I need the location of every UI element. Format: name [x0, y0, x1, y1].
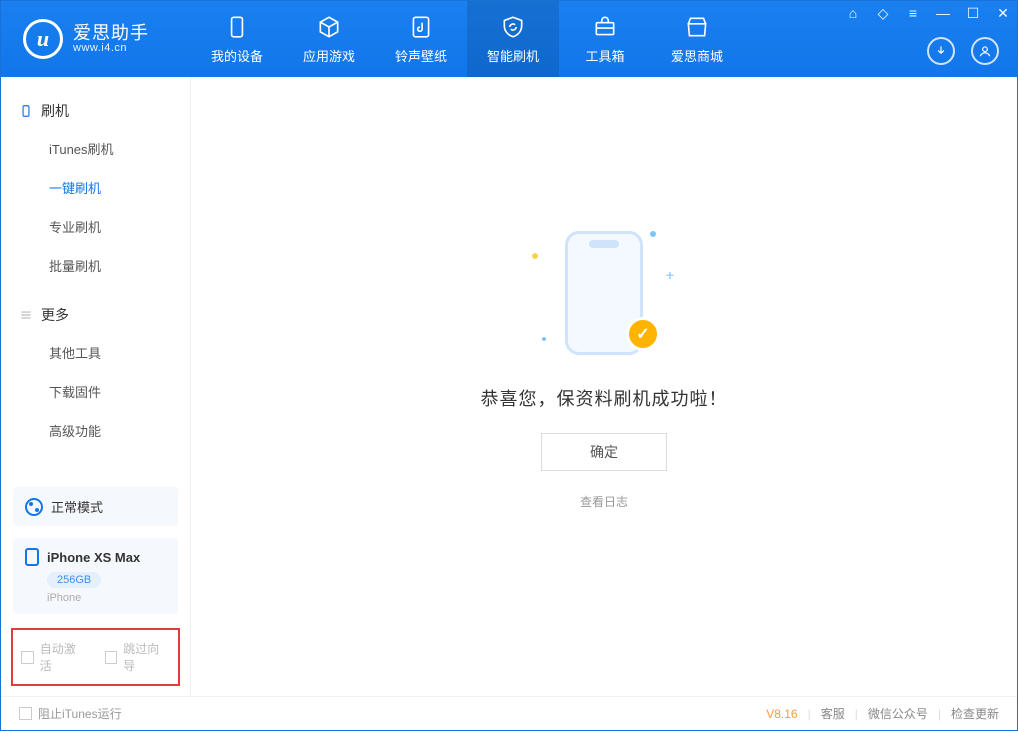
sidebar-item-other-tools[interactable]: 其他工具	[1, 333, 190, 372]
body: 刷机 iTunes刷机 一键刷机 专业刷机 批量刷机 更多 其他工具 下载固件 …	[1, 77, 1017, 696]
checkbox-block-itunes[interactable]: 阻止iTunes运行	[19, 705, 122, 722]
footer-link-update[interactable]: 检查更新	[951, 705, 999, 722]
window-controls: ⌂ ◇ ≡ ― ☐ ✕	[845, 5, 1011, 22]
version-label: V8.16	[766, 707, 797, 721]
checkbox-skip-wizard[interactable]: 跳过向导	[105, 640, 171, 674]
device-capacity: 256GB	[47, 572, 101, 588]
tab-store[interactable]: 爱思商城	[651, 1, 743, 77]
device-type: iPhone	[47, 592, 166, 604]
spark-plus-icon: +	[666, 267, 674, 283]
ok-button[interactable]: 确定	[541, 433, 667, 471]
checkbox-box	[21, 651, 34, 664]
close-button[interactable]: ✕	[995, 5, 1011, 22]
nav-tabs: 我的设备 应用游戏 铃声壁纸 智能刷机 工具箱 爱思商城	[191, 1, 743, 77]
checkbox-auto-activate[interactable]: 自动激活	[21, 640, 87, 674]
tab-label: 铃声壁纸	[395, 46, 447, 65]
checkbox-label: 跳过向导	[123, 640, 170, 674]
device-phone-icon	[25, 548, 39, 566]
header-aux-icons	[927, 37, 999, 65]
logo-icon: u	[23, 19, 63, 59]
footer-link-wechat[interactable]: 微信公众号	[868, 705, 928, 722]
tab-label: 工具箱	[585, 46, 624, 65]
tab-label: 应用游戏	[303, 46, 355, 65]
separator: |	[855, 707, 858, 721]
highlighted-options: 自动激活 跳过向导	[11, 628, 180, 686]
separator: |	[808, 707, 811, 721]
tab-label: 智能刷机	[487, 46, 539, 65]
logo-text: 爱思助手 www.i4.cn	[73, 24, 149, 54]
tab-apps-games[interactable]: 应用游戏	[283, 1, 375, 77]
phone-outline-icon	[19, 104, 33, 118]
sidebar-item-itunes-flash[interactable]: iTunes刷机	[1, 129, 190, 168]
statusbar: 阻止iTunes运行 V8.16 | 客服 | 微信公众号 | 检查更新	[1, 696, 1017, 730]
check-badge-icon: ✓	[626, 317, 660, 351]
titlebar: u 爱思助手 www.i4.cn 我的设备 应用游戏 铃声壁纸 智能刷机	[1, 1, 1017, 77]
spark-dot-icon	[532, 253, 538, 259]
minimize-button[interactable]: ―	[935, 5, 951, 22]
footer-right: V8.16 | 客服 | 微信公众号 | 检查更新	[766, 705, 999, 722]
sidebar-item-advanced[interactable]: 高级功能	[1, 411, 190, 450]
shop-icon	[684, 14, 710, 40]
list-icon	[19, 308, 33, 322]
tab-toolbox[interactable]: 工具箱	[559, 1, 651, 77]
tab-label: 我的设备	[211, 46, 263, 65]
app-window: u 爱思助手 www.i4.cn 我的设备 应用游戏 铃声壁纸 智能刷机	[0, 0, 1018, 731]
mode-label: 正常模式	[51, 497, 103, 516]
view-log-link[interactable]: 查看日志	[580, 493, 628, 510]
checkbox-box	[19, 707, 32, 720]
tab-smart-flash[interactable]: 智能刷机	[467, 1, 559, 77]
sidebar-item-oneclick-flash[interactable]: 一键刷机	[1, 168, 190, 207]
sidebar-item-pro-flash[interactable]: 专业刷机	[1, 207, 190, 246]
group-title: 更多	[41, 305, 69, 325]
device-row: iPhone XS Max	[25, 548, 166, 566]
spark-dot-icon	[542, 337, 546, 341]
app-name: 爱思助手	[73, 24, 149, 42]
sidebar-scroll: 刷机 iTunes刷机 一键刷机 专业刷机 批量刷机 更多 其他工具 下载固件 …	[1, 77, 190, 481]
sidebar-group-more: 更多	[1, 297, 190, 333]
mode-icon	[25, 498, 43, 516]
device-name: iPhone XS Max	[47, 550, 140, 565]
main-content: ✓ + 恭喜您，保资料刷机成功啦！ 确定 查看日志	[191, 77, 1017, 696]
footer-link-support[interactable]: 客服	[821, 705, 845, 722]
user-button[interactable]	[971, 37, 999, 65]
checkbox-label: 自动激活	[40, 640, 87, 674]
spark-dot-icon	[650, 231, 656, 237]
checkbox-label: 阻止iTunes运行	[38, 705, 122, 722]
phone-icon	[224, 14, 250, 40]
sidebar-item-batch-flash[interactable]: 批量刷机	[1, 246, 190, 285]
separator: |	[938, 707, 941, 721]
maximize-button[interactable]: ☐	[965, 5, 981, 22]
success-illustration: ✓ +	[524, 223, 684, 363]
tab-label: 爱思商城	[671, 46, 723, 65]
sidebar-group-flash: 刷机	[1, 93, 190, 129]
checkbox-box	[105, 651, 118, 664]
tab-my-device[interactable]: 我的设备	[191, 1, 283, 77]
toolbox-icon	[592, 14, 618, 40]
download-button[interactable]	[927, 37, 955, 65]
cube-icon	[316, 14, 342, 40]
music-sheet-icon	[408, 14, 434, 40]
feedback-icon[interactable]: ◇	[875, 5, 891, 22]
logo-block: u 爱思助手 www.i4.cn	[1, 1, 191, 77]
refresh-shield-icon	[500, 14, 526, 40]
group-title: 刷机	[41, 101, 69, 121]
success-message: 恭喜您，保资料刷机成功啦！	[481, 385, 728, 411]
sidebar: 刷机 iTunes刷机 一键刷机 专业刷机 批量刷机 更多 其他工具 下载固件 …	[1, 77, 191, 696]
sidebar-item-download-firmware[interactable]: 下载固件	[1, 372, 190, 411]
device-box[interactable]: iPhone XS Max 256GB iPhone	[13, 538, 178, 614]
menu-icon[interactable]: ≡	[905, 5, 921, 22]
shirt-icon[interactable]: ⌂	[845, 5, 861, 22]
mode-box[interactable]: 正常模式	[13, 487, 178, 526]
app-url: www.i4.cn	[73, 42, 149, 54]
tab-ringtone-wallpaper[interactable]: 铃声壁纸	[375, 1, 467, 77]
